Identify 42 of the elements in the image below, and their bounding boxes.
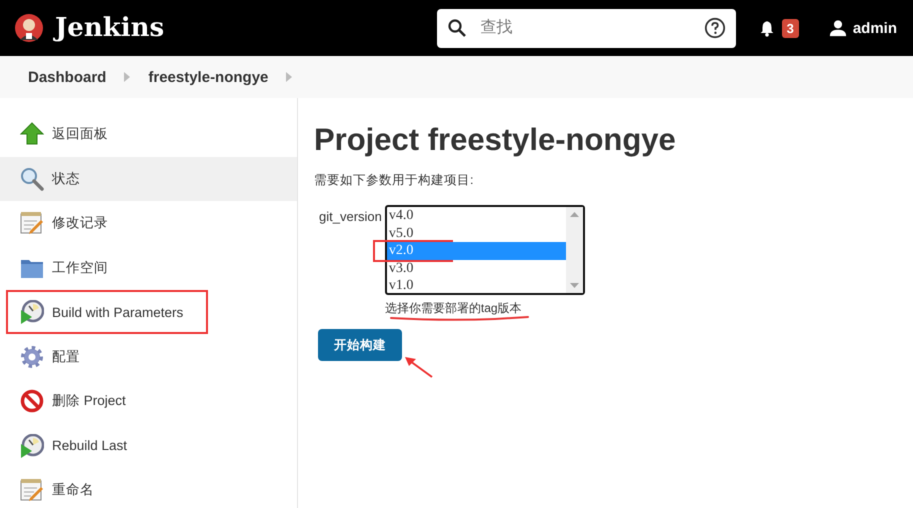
user-icon[interactable] xyxy=(828,19,847,37)
gear-icon xyxy=(20,344,44,369)
clock-icon xyxy=(20,434,44,458)
logo-icon[interactable] xyxy=(14,13,44,43)
scrollbar[interactable] xyxy=(566,207,583,293)
sidebar-item[interactable]: 工作空间 xyxy=(0,246,297,290)
sidebar-item[interactable]: 重命名 xyxy=(0,468,297,508)
breadcrumb-link[interactable]: freestyle-nongye xyxy=(148,68,268,86)
notepad-icon xyxy=(20,211,44,236)
sidebar-item[interactable]: 修改记录 xyxy=(0,201,297,246)
forbidden-icon xyxy=(20,389,44,414)
sidebar-item[interactable]: 配置 xyxy=(0,334,297,379)
intro-text: 需要如下参数用于构建项目: xyxy=(314,172,474,189)
sidebar-item[interactable]: Rebuild Last xyxy=(0,424,297,468)
search-icon xyxy=(446,18,467,38)
magnifier-icon xyxy=(20,166,44,191)
list-option[interactable]: v5.0 xyxy=(386,224,566,242)
brand-name[interactable]: Jenkins xyxy=(55,13,164,43)
breadcrumb-link[interactable]: Dashboard xyxy=(28,68,106,86)
sidebar-item[interactable]: 删除 Project xyxy=(0,379,297,424)
notification-count[interactable]: 3 xyxy=(782,18,799,38)
version-listbox[interactable]: v4.0 v5.0 v2.0 v3.0 v1.0 xyxy=(384,205,585,295)
up-arrow-icon xyxy=(20,122,44,146)
sidebar-item[interactable]: 状态 xyxy=(0,156,297,201)
scroll-up-icon xyxy=(570,212,579,217)
list-option[interactable]: v4.0 xyxy=(386,207,566,225)
list-option[interactable]: v1.0 xyxy=(386,277,566,295)
search-field[interactable]: 查找 xyxy=(436,8,736,48)
build-button[interactable]: 开始构建 xyxy=(318,329,402,361)
parameter-hint: 选择你需要部署的tag版本 xyxy=(384,301,522,315)
help-icon[interactable] xyxy=(704,17,726,39)
caret-icon xyxy=(124,72,130,82)
page-title: Project freestyle-nongye xyxy=(314,122,676,158)
user-name[interactable]: admin xyxy=(852,20,897,36)
scroll-down-icon xyxy=(570,283,579,288)
clock-icon xyxy=(20,300,44,324)
sidebar-item[interactable]: Build with Parameters xyxy=(0,290,297,334)
notepad-icon xyxy=(20,478,44,502)
sidebar-item[interactable]: 返回面板 xyxy=(0,112,297,156)
parameter-label: git_version xyxy=(319,209,382,226)
list-option[interactable]: v3.0 xyxy=(386,260,566,278)
caret-icon xyxy=(286,72,292,82)
